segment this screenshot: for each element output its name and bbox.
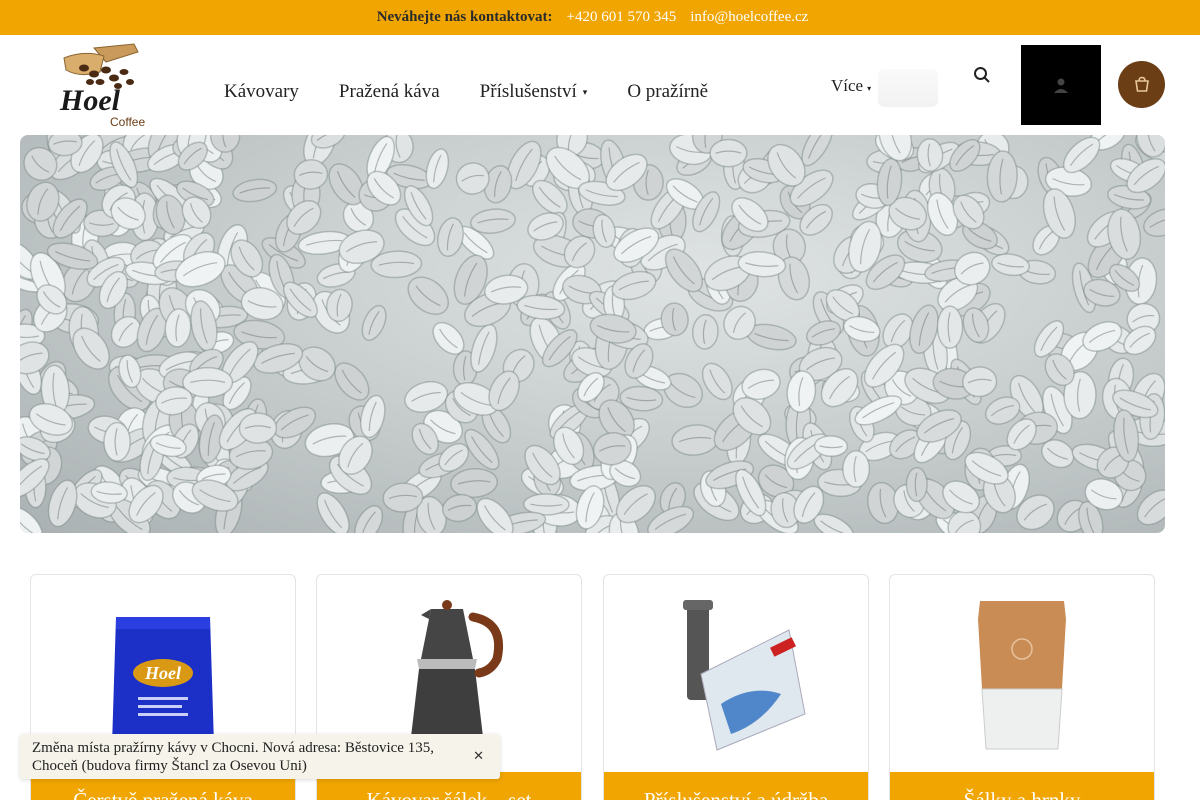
card-image [890,575,1154,772]
site-logo[interactable]: Hoel Coffee [54,42,154,130]
cart-icon [1134,76,1149,92]
contact-lead: Neváhejte nás kontaktovat: [376,9,553,25]
notice-toast: Změna místa pražírny kávy v Chocni. Nová… [20,734,500,779]
notice-text: Změna místa pražírny kávy v Chocni. Nová… [32,740,434,774]
nav-label: O pražírně [627,81,709,102]
logo-subtext: Coffee [110,115,145,129]
nav-item-o-prazirne[interactable]: O pražírně [627,81,708,103]
search-icon [974,67,990,83]
nav-label: Kávovary [224,81,299,102]
svg-text:Hoel: Hoel [144,663,181,683]
card-title: Příslušenství a údržba [604,772,868,800]
coffee-bag-icon: Hoel [112,616,214,745]
nav-item-prazena-kava[interactable]: Pražená káva [339,81,440,103]
card-title: Šálky a hrnky [890,772,1154,800]
logo-wordmark: Hoel [59,84,121,117]
close-icon[interactable]: ✕ [473,747,484,765]
water-filter-icon [683,599,806,751]
faded-placeholder [878,69,938,107]
reusable-cup-icon [978,600,1066,749]
main-nav: Kávovary Pražená káva Příslušenství ▾ O p… [224,81,748,103]
contact-email-link[interactable]: info@hoelcoffee.cz [690,9,808,26]
cart-button[interactable] [1118,61,1165,108]
user-account-button[interactable] [1021,45,1101,125]
category-card-cups[interactable]: Šálky a hrnky [889,574,1155,800]
moka-pot-icon [411,599,503,737]
nav-label: Příslušenství [479,81,577,102]
category-card-maintenance[interactable]: Příslušenství a údržba [603,574,869,800]
nav-item-kavovary[interactable]: Kávovary [224,81,299,103]
contact-phone-link[interactable]: +420 601 570 345 [567,9,677,26]
search-button[interactable] [960,45,1004,105]
chevron-down-icon: ▾ [582,87,588,98]
contact-bar: Neváhejte nás kontaktovat: +420 601 570 … [0,0,1200,35]
nav-label: Pražená káva [338,81,440,102]
nav-more-label: Více [831,76,864,95]
nav-more-menu[interactable]: Více ▾ [831,76,871,96]
beans-texture [20,135,1165,533]
user-icon [1054,78,1068,93]
chevron-down-icon: ▾ [867,84,872,93]
site-header: Hoel Coffee Kávovary Pražená káva Příslu… [0,35,1200,135]
hero-image-green-coffee-beans [20,135,1165,533]
card-image [604,575,868,772]
nav-item-prislusenstvi[interactable]: Příslušenství ▾ [480,81,588,103]
